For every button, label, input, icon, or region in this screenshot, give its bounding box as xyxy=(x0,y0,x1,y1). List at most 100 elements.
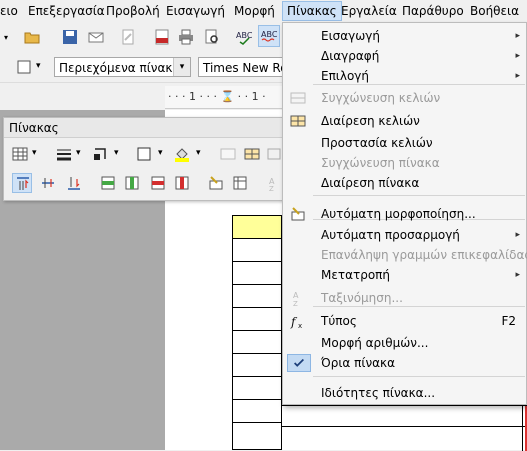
menu-item-7[interactable]: Διαίρεση πίνακα xyxy=(284,173,526,193)
table-cell[interactable] xyxy=(232,307,282,331)
chevron-down-icon[interactable]: ▾ xyxy=(32,148,37,158)
checkmark-icon xyxy=(287,354,311,372)
menu-item-1[interactable]: Διαγραφή ▸ xyxy=(284,46,526,66)
menu-item-0[interactable]: Εισαγωγή ▸ xyxy=(284,26,526,46)
align-center-icon[interactable] xyxy=(38,173,58,193)
export-pdf-icon[interactable] xyxy=(152,27,172,47)
print-icon[interactable] xyxy=(176,27,196,47)
table-cell[interactable] xyxy=(232,238,282,262)
menu-item-label: Αυτόματη μορφοποίηση... xyxy=(321,207,476,221)
autoformat-icon xyxy=(290,206,306,222)
borders-icon[interactable] xyxy=(134,144,154,164)
table-cell[interactable] xyxy=(232,399,282,423)
document-table[interactable] xyxy=(232,215,282,450)
table-cell[interactable] xyxy=(232,376,282,400)
menu-tools[interactable]: Εργαλεία xyxy=(341,3,397,19)
menu-item-label: Εισαγωγή xyxy=(321,29,381,43)
menu-item-5[interactable]: Προστασία κελιών xyxy=(284,133,526,153)
menu-window[interactable]: Παράθυρο xyxy=(402,3,464,19)
table-cell[interactable] xyxy=(232,330,282,354)
paragraph-style-combo[interactable]: Περιεχόμενα πίνακα ▾ xyxy=(54,57,191,77)
autospellcheck-icon[interactable]: ABC xyxy=(258,25,280,47)
table-cell[interactable] xyxy=(232,422,282,450)
email-icon[interactable] xyxy=(86,27,106,47)
chevron-down-icon[interactable]: ▾ xyxy=(76,148,81,158)
menu-item-8[interactable]: Αυτόματη μορφοποίηση... xyxy=(284,204,526,224)
chevron-down-icon[interactable]: ▾ xyxy=(158,148,163,158)
insert-rows-icon[interactable] xyxy=(98,173,118,193)
menu-edit[interactable]: Επεξεργασία xyxy=(28,3,105,19)
menu-file[interactable]: ειο xyxy=(0,3,18,19)
menu-item-2[interactable]: Επιλογή ▸ xyxy=(284,66,526,86)
palette-title[interactable]: Πίνακας xyxy=(4,118,284,138)
print-preview-icon[interactable] xyxy=(202,27,222,47)
menu-table[interactable]: Πίνακας xyxy=(282,1,342,21)
table-cell[interactable] xyxy=(232,261,282,285)
merge-cells-icon xyxy=(218,144,238,164)
menu-item-3: Συγχώνευση κελιών xyxy=(284,88,526,108)
frame-icon[interactable] xyxy=(14,57,34,77)
menu-item-6: Συγχώνευση πίνακα xyxy=(284,153,526,173)
paragraph-style-value: Περιεχόμενα πίνακα xyxy=(59,61,181,75)
menu-item-label: Μορφή αριθμών... xyxy=(321,336,429,350)
delete-columns-icon[interactable] xyxy=(172,173,192,193)
menu-help[interactable]: Βοήθεια xyxy=(470,3,519,19)
chevron-right-icon: ▸ xyxy=(515,71,520,81)
edit-file-icon[interactable] xyxy=(118,27,138,47)
chevron-right-icon: ▸ xyxy=(515,230,520,240)
spellcheck-icon[interactable]: ABC xyxy=(234,27,254,47)
autoformat-icon[interactable] xyxy=(206,173,226,193)
table-row-extension xyxy=(282,405,527,451)
delete-rows-icon[interactable] xyxy=(148,173,168,193)
menu-item-4[interactable]: Διαίρεση κελιών xyxy=(284,111,526,131)
chevron-right-icon: ▸ xyxy=(515,51,520,61)
border-color-icon[interactable] xyxy=(90,144,110,164)
chevron-down-icon[interactable]: ▾ xyxy=(173,58,190,76)
svg-text:x: x xyxy=(298,322,302,329)
menu-separator xyxy=(313,195,525,196)
table-cell[interactable] xyxy=(232,284,282,308)
background-color-icon[interactable] xyxy=(172,144,192,164)
insert-columns-icon[interactable] xyxy=(122,173,142,193)
table-cell[interactable] xyxy=(232,215,282,239)
menu-item-9[interactable]: Αυτόματη προσαρμογή ▸ xyxy=(284,225,526,245)
align-top-icon[interactable] xyxy=(12,173,32,193)
menu-item-11[interactable]: Μετατροπή ▸ xyxy=(284,265,526,285)
split-cells-icon[interactable] xyxy=(242,144,262,164)
optimize-icon[interactable] xyxy=(264,144,284,164)
menu-item-16[interactable]: Ιδιότητες πίνακα... xyxy=(284,383,526,403)
menu-item-label: Επανάληψη γραμμών επικεφαλίδας xyxy=(321,248,527,262)
menu-bar: ειο Επεξεργασία Προβολή Εισαγωγή Μορφή Π… xyxy=(0,0,527,23)
menu-item-label: Προστασία κελιών xyxy=(321,136,433,150)
save-icon[interactable] xyxy=(60,27,80,47)
sort-icon: AZ xyxy=(264,173,284,193)
chevron-down-icon[interactable]: ▾ xyxy=(36,61,41,71)
chevron-down-icon[interactable]: ▾ xyxy=(114,148,119,158)
menu-item-label: Διαίρεση κελιών xyxy=(321,114,420,128)
menu-item-label: Ταξινόμηση... xyxy=(321,291,403,305)
menu-item-label: Διαγραφή xyxy=(321,49,380,63)
chevron-down-icon[interactable]: ▾ xyxy=(196,148,201,158)
chevron-right-icon: ▸ xyxy=(515,31,520,41)
table-cell[interactable] xyxy=(232,353,282,377)
menu-item-14[interactable]: Μορφή αριθμών... xyxy=(284,333,526,353)
menu-insert[interactable]: Εισαγωγή xyxy=(166,3,225,19)
align-bottom-icon[interactable] xyxy=(64,173,84,193)
open-folder-icon[interactable] xyxy=(22,27,42,47)
svg-text:ABC: ABC xyxy=(261,30,277,39)
menu-item-label: Μετατροπή xyxy=(321,268,390,282)
ruler-ticks: · · · 1 · · · ⌛ · · 1 · xyxy=(168,90,266,103)
menu-item-label: Επιλογή xyxy=(321,69,370,83)
new-dropdown-arrow-icon[interactable]: ▾ xyxy=(0,27,20,47)
formula-icon: fx xyxy=(290,313,306,330)
menu-item-10: Επανάληψη γραμμών επικεφαλίδας xyxy=(284,245,527,265)
menu-item-13[interactable]: f x Τύπος F2 xyxy=(284,311,526,331)
menu-item-15[interactable]: Όρια πίνακα xyxy=(284,353,526,373)
table-properties-icon[interactable] xyxy=(230,173,250,193)
table-grid-icon[interactable] xyxy=(10,144,30,164)
menu-format[interactable]: Μορφή xyxy=(234,3,275,19)
table-toolbar-palette[interactable]: Πίνακας ▾ ▾ ▾ ▾ ▾ AZ xyxy=(3,117,285,201)
menu-item-label: Όρια πίνακα xyxy=(321,356,396,370)
menu-view[interactable]: Προβολή xyxy=(106,3,160,19)
line-style-icon[interactable] xyxy=(54,144,74,164)
